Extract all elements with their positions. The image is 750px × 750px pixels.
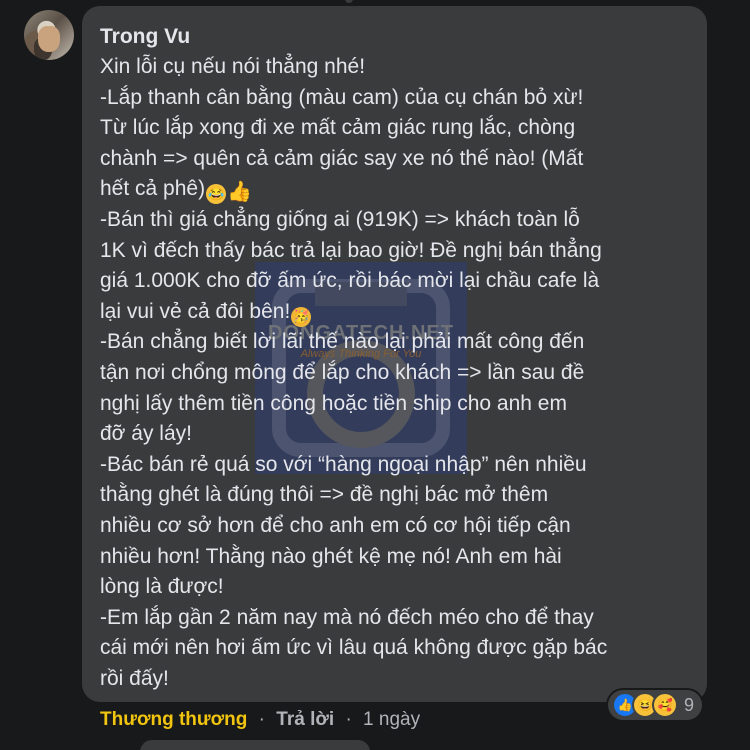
comment-line: -Lắp thanh cân bằng (màu cam) của cụ chá… bbox=[100, 85, 584, 109]
comment-line: 1K vì đếch thấy bác trả lại bao giờ! Đề … bbox=[100, 238, 602, 262]
care-icon: 🥰 bbox=[652, 692, 678, 718]
comment-line: chành => quên cả cảm giác say xe nó thế … bbox=[100, 146, 584, 170]
comment-line-text: hết cả phê) bbox=[100, 177, 206, 201]
next-comment-bubble bbox=[140, 740, 370, 750]
comment-line: cái mới nên hơi ấm ức vì lâu quá không đ… bbox=[100, 636, 608, 660]
comment-timestamp[interactable]: 1 ngày bbox=[363, 709, 420, 730]
comment-line: nhiều cơ sở hơn để cho anh em có cơ hội … bbox=[100, 513, 571, 537]
thumbs-up-emoji: 👍 bbox=[227, 181, 252, 204]
comment-line-with-emoji: lại vui vẻ cả đôi bên! 🥳 bbox=[100, 297, 695, 328]
comment-line: lòng là được! bbox=[100, 575, 224, 599]
comment-line: tận nơi chổng mông để lắp cho khách => l… bbox=[100, 360, 585, 384]
comment-line: thằng ghét là đúng thôi => đề nghị bác m… bbox=[100, 483, 549, 507]
comment-text: Xin lỗi cụ nếu nói thẳng nhé! -Lắp thanh… bbox=[100, 52, 695, 694]
comment-line: -Bác bán rẻ quá so với “hàng ngoại nhập”… bbox=[100, 452, 587, 476]
separator-dot: · bbox=[345, 709, 352, 730]
comment-line: Xin lỗi cụ nếu nói thẳng nhé! bbox=[100, 55, 366, 78]
thread-connector bbox=[345, 0, 353, 3]
comment-author[interactable]: Trong Vu bbox=[100, 24, 190, 50]
comment-line: đỡ áy láy! bbox=[100, 422, 192, 446]
comment-line: nhiều hơn! Thằng nào ghét kệ mẹ nó! Anh … bbox=[100, 544, 562, 568]
comment-thread: Trong Vu Xin lỗi cụ nếu nói thẳng nhé! -… bbox=[0, 0, 750, 750]
reply-button[interactable]: Trả lời bbox=[276, 709, 334, 730]
comment-line-text: lại vui vẻ cả đôi bên! bbox=[100, 299, 291, 323]
comment-line: -Em lắp gần 2 năm nay mà nó đếch méo cho… bbox=[100, 605, 594, 629]
avatar[interactable] bbox=[24, 10, 74, 60]
reaction-summary[interactable]: 👍 😆 🥰 9 bbox=[608, 690, 703, 720]
comment-line: nghị lấy thêm tiền công hoặc tiền ship c… bbox=[100, 391, 567, 415]
comment-line: Từ lúc lắp xong đi xe mất cảm giác rung … bbox=[100, 116, 576, 140]
comment-line: -Bán thì giá chẳng giống ai (919K) => kh… bbox=[100, 207, 580, 231]
comment-actions: Thương thương · Trả lời · 1 ngày bbox=[100, 707, 420, 733]
rolling-laugh-emoji: 😂 bbox=[206, 184, 227, 205]
reaction-count: 9 bbox=[684, 694, 695, 715]
avatar-figure bbox=[38, 26, 60, 52]
comment-line: -Bán chẳng biết lời lãi thế nào lại phải… bbox=[100, 330, 585, 354]
comment-line: rồi đấy! bbox=[100, 666, 169, 690]
reply-author[interactable]: Thương thương bbox=[100, 709, 247, 730]
comment-line: giá 1.000K cho đỡ ấm ức, rồi bác mời lại… bbox=[100, 269, 600, 293]
comment-line-with-emoji: hết cả phê) 😂 👍 bbox=[100, 174, 695, 205]
party-face-emoji: 🥳 bbox=[291, 306, 312, 327]
separator-dot: · bbox=[258, 709, 265, 730]
